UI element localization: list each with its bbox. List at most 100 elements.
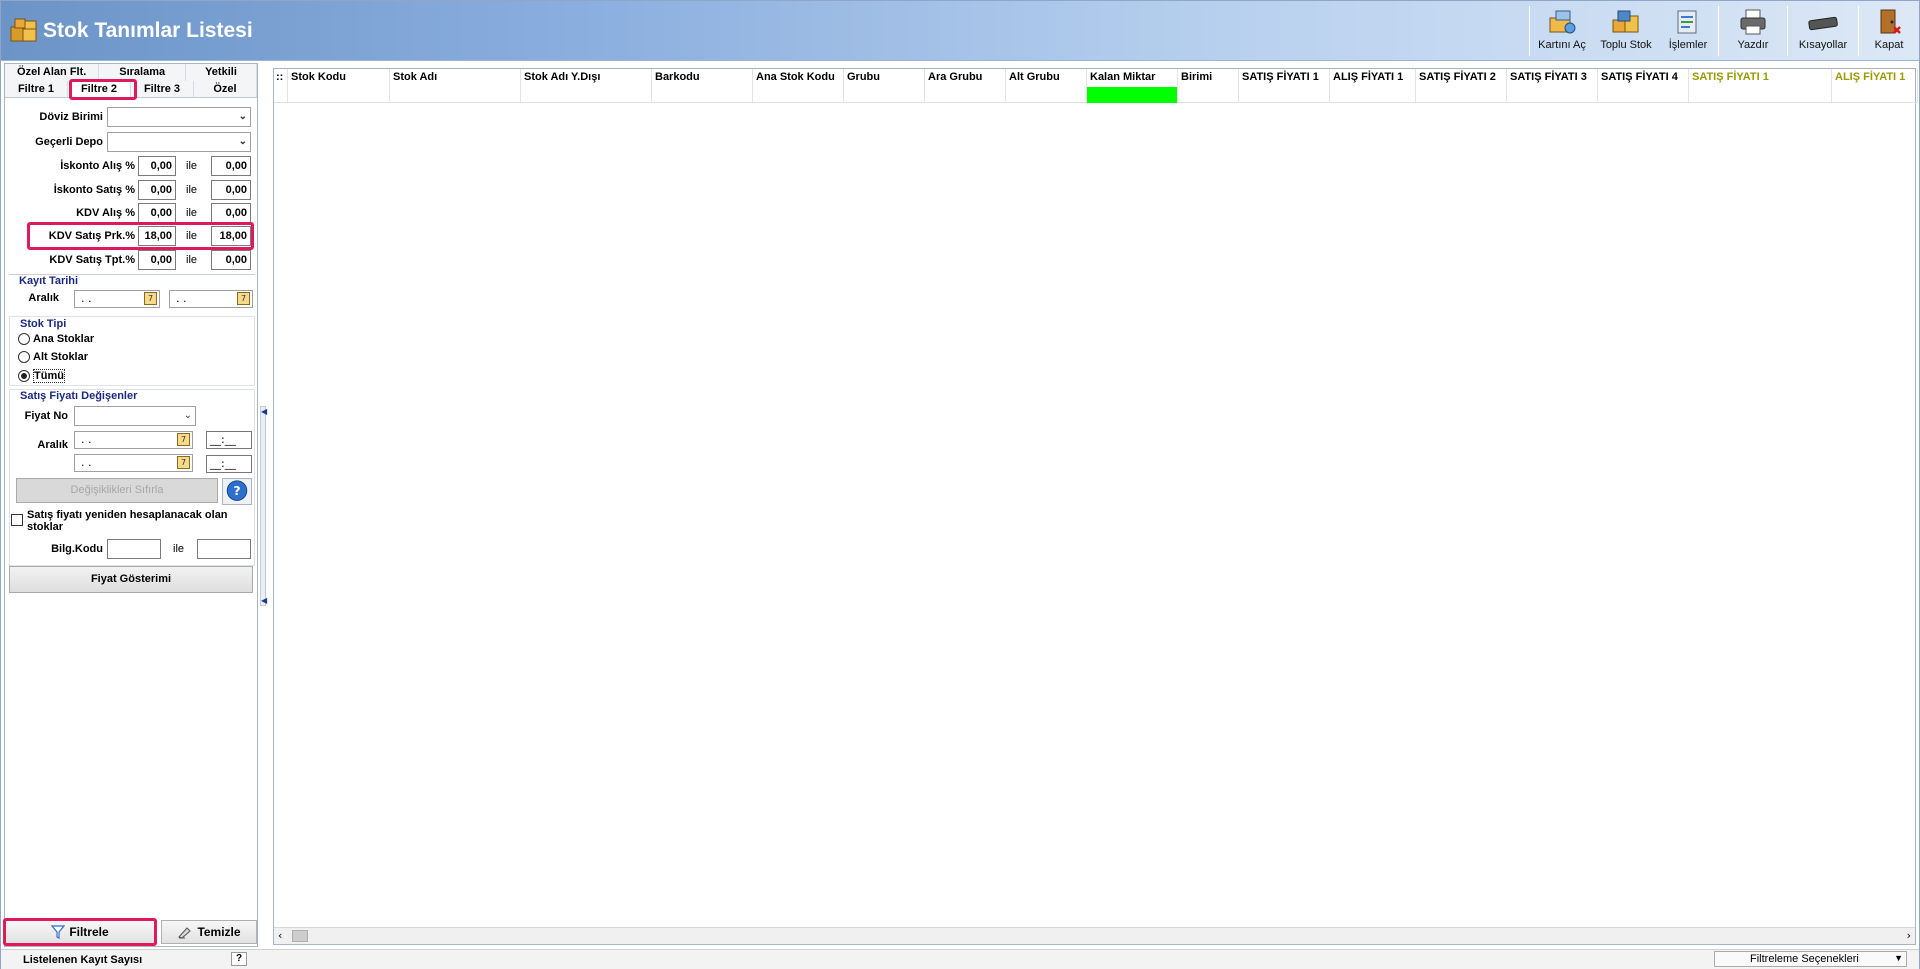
column-header[interactable]: ALIŞ FİYATI 1 [1330, 69, 1416, 87]
satis-date-to[interactable]: . . 7 [74, 454, 193, 472]
print-button[interactable]: Yazdır [1719, 1, 1787, 61]
recalc-checkbox-row[interactable]: Satış fiyatı yeniden hesaplanacak olan s… [9, 509, 255, 539]
shortcuts-button[interactable]: Kısayollar [1788, 1, 1858, 61]
recalc-checkbox[interactable] [11, 514, 23, 526]
column-header[interactable]: Ana Stok Kodu [753, 69, 844, 87]
iskonto-satis-from[interactable]: 0,00 [138, 180, 176, 200]
tab-siralama[interactable]: Sıralama [99, 64, 186, 81]
fiyat-gosterimi-button[interactable]: Fiyat Gösterimi [9, 566, 253, 593]
scroll-thumb[interactable] [292, 930, 308, 942]
column-header[interactable]: SATIŞ FİYATI 3 [1507, 69, 1598, 87]
column-header[interactable]: Stok Adı Y.Dışı [521, 69, 652, 87]
kdv-satis-tpt-from[interactable]: 0,00 [138, 250, 176, 270]
satis-time-to[interactable]: __:__ [206, 455, 252, 473]
column-header[interactable]: SATIŞ FİYATI 4 [1598, 69, 1689, 87]
tab-filtre-3[interactable]: Filtre 3 [131, 81, 194, 97]
column-header[interactable]: Alt Grubu [1006, 69, 1087, 87]
column-header[interactable]: SATIŞ FİYATI 2 [1416, 69, 1507, 87]
column-header[interactable]: SATIŞ FİYATI 1 [1239, 69, 1330, 87]
reset-changes-button[interactable]: Değişiklikleri Sıfırla [16, 478, 218, 503]
table-cell[interactable] [1416, 87, 1507, 103]
tab-ozel[interactable]: Özel [194, 81, 257, 97]
satis-date-from[interactable]: . . 7 [74, 431, 193, 449]
tab-ozel-alan[interactable]: Özel Alan Flt. [5, 64, 100, 81]
column-header[interactable]: Kalan Miktar [1087, 69, 1178, 87]
status-help-button[interactable]: ? [231, 952, 247, 966]
table-cell[interactable] [925, 87, 1006, 103]
scroll-left-icon[interactable]: ‹ [278, 929, 282, 942]
close-button[interactable]: Kapat [1859, 1, 1919, 61]
column-header[interactable]: Grubu [844, 69, 925, 87]
filtrele-button[interactable]: Filtrele [5, 920, 155, 944]
bilg-kodu-to[interactable] [197, 539, 251, 559]
gecerli-depo-select[interactable]: ⌄ [107, 132, 251, 152]
column-header[interactable]: SATIŞ FİYATI 1 [1689, 69, 1832, 87]
tab-filtre-2[interactable]: Filtre 2 [68, 81, 131, 97]
kdv-alis-from[interactable]: 0,00 [138, 203, 176, 223]
table-cell[interactable] [1507, 87, 1598, 103]
iskonto-satis-row: İskonto Satış % 0,00 ile 0,00 [5, 180, 257, 200]
open-card-button[interactable]: Kartını Aç [1530, 1, 1594, 61]
table-cell[interactable] [390, 87, 521, 103]
fiyat-no-select[interactable]: ⌄ [74, 406, 196, 426]
satis-time-from[interactable]: __:__ [206, 431, 252, 449]
kdv-satis-prk-to[interactable]: 18,00 [211, 226, 251, 246]
kdv-satis-tpt-to[interactable]: 0,00 [211, 250, 251, 270]
column-header[interactable]: Stok Adı [390, 69, 521, 87]
table-cell[interactable] [1006, 87, 1087, 103]
kayit-date-to[interactable]: . . 7 [169, 290, 253, 308]
horizontal-scrollbar[interactable]: ‹ › [274, 927, 1915, 944]
stock-grid[interactable]: :: Stok Kodu Stok Adı Stok Adı Y.Dışı Ba… [273, 68, 1918, 945]
calendar-icon[interactable]: 7 [144, 292, 157, 305]
table-cell[interactable] [1598, 87, 1689, 103]
doviz-birimi-select[interactable]: ⌄ [107, 107, 251, 127]
title-bar: Stok Tanımlar Listesi Kartını Aç Toplu S… [1, 1, 1919, 61]
grid-header: :: Stok Kodu Stok Adı Stok Adı Y.Dışı Ba… [274, 69, 1918, 87]
table-cell[interactable] [652, 87, 753, 103]
filter-options-dropdown[interactable]: Filtreleme Seçenekleri ▼ [1714, 951, 1907, 967]
calendar-icon[interactable]: 7 [177, 433, 190, 446]
calendar-icon[interactable]: 7 [237, 292, 250, 305]
table-cell[interactable] [1330, 87, 1416, 103]
column-header[interactable]: Birimi [1178, 69, 1239, 87]
bilg-kodu-from[interactable] [107, 539, 161, 559]
table-cell[interactable] [1689, 87, 1832, 103]
radio-ana-stoklar[interactable]: Ana Stoklar [18, 333, 94, 345]
kdv-alis-row: KDV Alış % 0,00 ile 0,00 [5, 203, 257, 223]
table-cell[interactable] [844, 87, 925, 103]
kalan-miktar-cell[interactable] [1087, 87, 1178, 103]
tab-yetkili[interactable]: Yetkili [185, 64, 257, 81]
column-header[interactable]: Barkodu [652, 69, 753, 87]
kdv-satis-prk-from[interactable]: 18,00 [138, 226, 176, 246]
kayit-date-from[interactable]: . . 7 [74, 290, 160, 308]
iskonto-satis-to[interactable]: 0,00 [211, 180, 251, 200]
table-cell[interactable] [753, 87, 844, 103]
table-cell[interactable] [521, 87, 652, 103]
column-header[interactable]: Stok Kodu [288, 69, 390, 87]
panel-splitter[interactable]: ◀ ◀ [260, 406, 267, 606]
iskonto-alis-to[interactable]: 0,00 [211, 156, 251, 176]
radio-alt-stoklar[interactable]: Alt Stoklar [18, 351, 88, 363]
bulk-stock-button[interactable]: Toplu Stok [1594, 1, 1658, 61]
column-header[interactable]: ALIŞ FİYATI 1 [1832, 69, 1918, 87]
radio-tumu[interactable]: Tümü [18, 369, 65, 383]
iskonto-alis-from[interactable]: 0,00 [138, 156, 176, 176]
table-cell[interactable] [288, 87, 390, 103]
table-cell[interactable] [1178, 87, 1239, 103]
iskonto-alis-label: İskonto Alış % [60, 160, 135, 172]
satis-fiyati-title: Satış Fiyatı Değişenler [20, 390, 138, 402]
table-cell[interactable] [1832, 87, 1918, 103]
table-row[interactable] [274, 87, 1918, 103]
close-door-icon [1880, 9, 1901, 34]
tab-row-2: Filtre 1 Filtre 2 Filtre 3 Özel [5, 81, 257, 98]
kdv-alis-to[interactable]: 0,00 [211, 203, 251, 223]
operations-button[interactable]: İşlemler [1658, 1, 1718, 61]
scroll-right-icon[interactable]: › [1907, 929, 1911, 942]
tab-filtre-1[interactable]: Filtre 1 [5, 81, 68, 97]
filter-icon [51, 925, 66, 939]
calendar-icon[interactable]: 7 [177, 456, 190, 469]
help-button[interactable]: ? [222, 478, 252, 505]
column-header[interactable]: Ara Grubu [925, 69, 1006, 87]
temizle-button[interactable]: Temizle [161, 920, 257, 944]
table-cell[interactable] [1239, 87, 1330, 103]
